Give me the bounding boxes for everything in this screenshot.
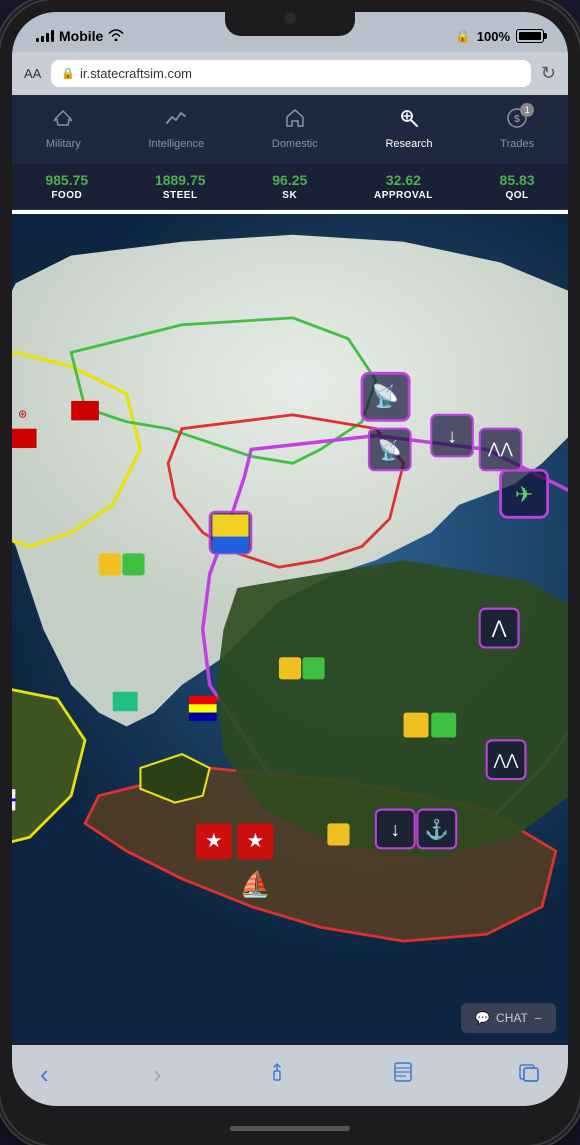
stat-approval-value: 32.62 — [386, 172, 421, 188]
domestic-label: Domestic — [272, 138, 318, 150]
stat-food-label: FOOD — [51, 190, 82, 201]
chat-button[interactable]: 💬 CHAT − — [461, 1003, 556, 1033]
svg-text:⛵: ⛵ — [240, 870, 271, 899]
svg-text:$: $ — [514, 114, 520, 125]
trades-icon: $ 1 — [506, 107, 528, 135]
chat-icon: 💬 — [475, 1011, 490, 1025]
chat-minimize-icon: − — [534, 1010, 542, 1026]
svg-text:⚓: ⚓ — [425, 818, 449, 841]
military-icon — [52, 107, 74, 135]
camera-dot — [284, 12, 296, 24]
screen: Mobile 🔒 100% — [12, 12, 568, 1106]
stat-steel: 1889.75 STEEL — [155, 172, 206, 201]
map-area[interactable]: 📡 ✈ 📡 ↓ ⋀⋀ ⋀ — [12, 214, 568, 1045]
status-left: Mobile — [36, 28, 124, 44]
bookmarks-button[interactable] — [384, 1057, 422, 1093]
wifi-icon — [108, 29, 124, 44]
svg-text:⋀⋀: ⋀⋀ — [487, 441, 513, 458]
stat-steel-label: STEEL — [163, 190, 198, 201]
svg-text:📡: 📡 — [378, 437, 402, 461]
home-bar — [230, 1126, 350, 1131]
svg-text:⋀: ⋀ — [491, 618, 507, 638]
forward-button[interactable]: › — [145, 1055, 170, 1094]
tab-intelligence[interactable]: Intelligence — [138, 103, 214, 154]
stat-approval-label: APPROVAL — [374, 190, 433, 201]
svg-text:⋀⋀: ⋀⋀ — [493, 752, 519, 769]
url-text: ir.statecraftsim.com — [80, 66, 192, 81]
trades-label: Trades — [500, 138, 534, 150]
lock-icon: 🔒 — [455, 28, 471, 44]
address-bar[interactable]: 🔒 ir.statecraftsim.com — [51, 60, 531, 87]
stat-sk-label: SK — [282, 190, 297, 201]
research-icon — [398, 107, 420, 135]
back-button[interactable]: ‹ — [32, 1055, 57, 1094]
military-label: Military — [46, 138, 81, 150]
svg-text:📡: 📡 — [372, 382, 400, 409]
battery — [516, 29, 544, 43]
svg-text:↓: ↓ — [390, 819, 400, 841]
stat-qol: 85.83 QOL — [500, 172, 535, 201]
domestic-icon — [284, 107, 306, 135]
stat-food-value: 985.75 — [45, 172, 88, 188]
signal-bar-4 — [51, 30, 54, 42]
stat-qol-label: QOL — [505, 190, 528, 201]
signal-bar-2 — [41, 36, 44, 42]
phone-frame: Mobile 🔒 100% — [0, 0, 580, 1145]
battery-container — [516, 29, 544, 43]
svg-text:↓: ↓ — [447, 426, 457, 448]
intelligence-icon — [165, 107, 187, 135]
svg-text:★: ★ — [205, 830, 222, 852]
signal-bars — [36, 30, 54, 42]
tab-trades[interactable]: $ 1 Trades — [490, 103, 544, 154]
carrier-label: Mobile — [59, 28, 103, 44]
trades-badge: 1 — [520, 103, 534, 117]
tab-military[interactable]: Military — [36, 103, 91, 154]
stat-qol-value: 85.83 — [500, 172, 535, 188]
stat-sk-value: 96.25 — [272, 172, 307, 188]
stats-bar: 985.75 FOOD 1889.75 STEEL 96.25 SK 32.62… — [12, 164, 568, 210]
battery-percent: 100% — [477, 29, 510, 44]
map-svg: 📡 ✈ 📡 ↓ ⋀⋀ ⋀ — [12, 214, 568, 1045]
intelligence-label: Intelligence — [148, 138, 204, 150]
status-right: 🔒 100% — [455, 28, 544, 44]
browser-bar: AA 🔒 ir.statecraftsim.com ↻ — [12, 52, 568, 95]
stat-sk: 96.25 SK — [272, 172, 307, 201]
home-indicator — [0, 1118, 580, 1145]
battery-fill — [519, 32, 541, 40]
reload-button[interactable]: ↻ — [541, 63, 556, 84]
nav-tabs: Military Intelligence Domestic — [12, 95, 568, 164]
tab-domestic[interactable]: Domestic — [262, 103, 328, 154]
signal-bar-3 — [46, 33, 49, 42]
stat-food: 985.75 FOOD — [45, 172, 88, 201]
research-label: Research — [385, 138, 432, 150]
chat-label: CHAT — [496, 1011, 528, 1025]
svg-text:✈: ✈ — [515, 482, 534, 507]
signal-bar-1 — [36, 38, 39, 42]
tabs-button[interactable] — [510, 1057, 548, 1093]
address-lock-icon: 🔒 — [61, 67, 75, 80]
share-button[interactable] — [258, 1057, 296, 1093]
svg-text:★: ★ — [247, 830, 264, 852]
stat-approval: 32.62 APPROVAL — [374, 172, 433, 201]
font-size-button[interactable]: AA — [24, 66, 41, 81]
browser-toolbar: ‹ › — [12, 1045, 568, 1106]
svg-text:⊛: ⊛ — [18, 409, 27, 421]
tab-research[interactable]: Research — [375, 103, 442, 154]
stat-steel-value: 1889.75 — [155, 172, 206, 188]
